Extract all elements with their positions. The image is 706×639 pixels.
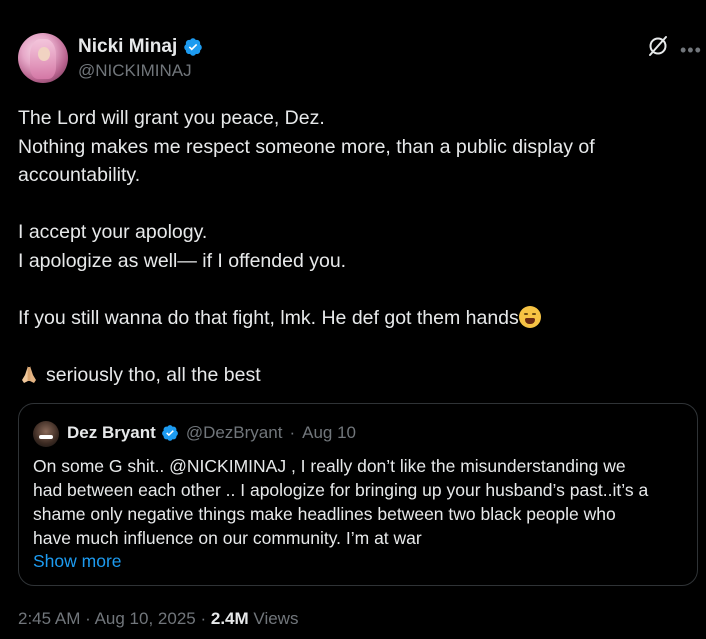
tweet-line-with-emoji: If you still wanna do that fight, lmk. H…: [18, 304, 678, 333]
verified-badge-icon: [184, 38, 203, 56]
tweet-line: If you still wanna do that fight, lmk. H…: [18, 306, 519, 329]
author-display-name[interactable]: Nicki Minaj: [78, 36, 177, 58]
quoted-text-line: have much influence on our community. I’…: [33, 528, 422, 548]
quoted-date: Aug 10: [302, 423, 356, 442]
quoted-tweet-text: On some G shit.. @NICKIMINAJ , I really …: [33, 454, 683, 550]
quoted-author-handle: @DezBryant: [185, 423, 283, 442]
meta-separator: ·: [85, 609, 91, 628]
verified-badge-icon: [161, 425, 178, 441]
meta-separator: ·: [200, 609, 207, 628]
more-icon[interactable]: •••: [680, 40, 702, 61]
tweet-line-with-emoji: seriously tho, all the best: [18, 361, 678, 390]
tweet-line: Nothing makes me respect someone more, t…: [18, 135, 595, 158]
quoted-tweet-header: Dez Bryant @DezBryant · Aug 10: [67, 423, 356, 443]
tweet-text: The Lord will grant you peace, Dez. Noth…: [18, 104, 678, 389]
author-avatar[interactable]: [18, 33, 68, 83]
views-label: Views: [253, 609, 299, 628]
grok-icon[interactable]: [646, 34, 670, 58]
quoted-text-line: had between each other .. I apologize fo…: [33, 480, 649, 500]
weary-face-emoji-icon: [518, 305, 541, 328]
quoted-author-display-name: Dez Bryant: [67, 423, 156, 442]
quoted-tweet[interactable]: Dez Bryant @DezBryant · Aug 10 On some G…: [18, 403, 698, 586]
quoted-text-line: shame only negative things make headline…: [33, 504, 616, 524]
tweet-line: I apologize as well— if I offended you.: [18, 249, 347, 272]
author-name-row: Nicki Minaj: [78, 36, 203, 58]
folded-hands-emoji-icon: [22, 365, 36, 383]
author-handle[interactable]: @NICKIMINAJ: [78, 61, 192, 81]
tweet-time[interactable]: 2:45 AM: [18, 609, 80, 628]
tweet-line: accountability.: [18, 164, 141, 186]
tweet-line: I accept your apology.: [18, 221, 208, 243]
views-count: 2.4M: [210, 609, 249, 628]
quoted-text-line: On some G shit.. @NICKIMINAJ , I really …: [33, 456, 626, 476]
avatar-face: [38, 47, 50, 61]
tweet-line: The Lord will grant you peace, Dez.: [18, 107, 325, 129]
tweet-date[interactable]: Aug 10, 2025: [95, 609, 196, 628]
tweet-metadata: 2:45 AM · Aug 10, 2025 · 2.4M Views: [18, 609, 298, 629]
tweet-line: seriously tho, all the best: [46, 363, 261, 386]
quoted-separator: ·: [289, 423, 296, 442]
quoted-author-avatar: [33, 421, 59, 447]
show-more-link[interactable]: Show more: [33, 551, 122, 572]
